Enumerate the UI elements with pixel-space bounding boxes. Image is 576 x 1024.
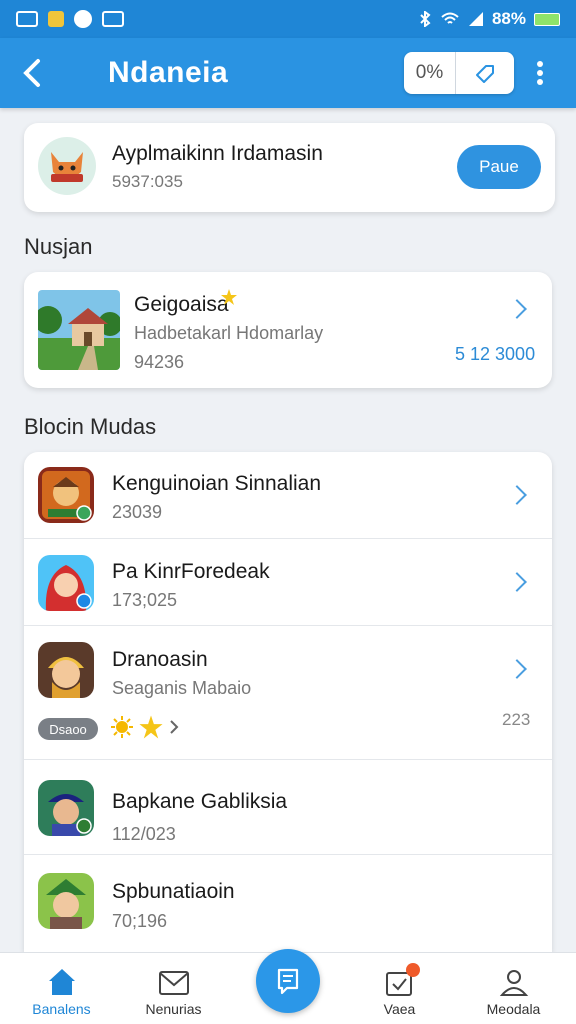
nav-label: Nenurias [145, 1001, 202, 1017]
mermaid-game-icon [38, 555, 94, 611]
nav-label: Meodala [486, 1001, 541, 1017]
nav-home[interactable]: Banalens [4, 953, 119, 1024]
warrior-game-icon [38, 467, 94, 523]
home-icon [48, 969, 75, 995]
game-icon-4 [38, 780, 94, 836]
mail-icon [158, 971, 189, 995]
gallery-notification-icon [16, 11, 38, 27]
featured-title: Geigoaisa [134, 293, 229, 316]
list-item-value: 223 [502, 710, 531, 729]
list-item-title: Pa KinrForedeak [112, 560, 270, 583]
battery-icon [534, 12, 560, 26]
featured-description: Hadbetakarl Hdomarlay [134, 323, 324, 343]
nav-messages[interactable]: Nenurias [116, 953, 231, 1024]
list-item[interactable]: Dranoasin Seaganis Mabaio Dsaoo 223 [24, 626, 552, 760]
list-item[interactable]: Pa KinrForedeak 173;025 [24, 539, 552, 626]
ranger-game-icon [38, 873, 94, 929]
list-item-subtitle: 23039 [112, 502, 163, 522]
list-item-title: Dranoasin [112, 648, 208, 671]
fox-avatar-icon [51, 152, 83, 182]
list-item-title: Kenguinoian Sinnalian [112, 472, 322, 495]
chevron-right-icon [507, 299, 527, 319]
chevron-right-icon [507, 485, 527, 505]
nav-tasks[interactable]: Vaea [342, 953, 457, 1024]
tag-icon [476, 65, 494, 83]
document-icon [277, 968, 299, 995]
pirate-game-icon [38, 780, 94, 836]
list-item[interactable]: Kenguinoian Sinnalian 23039 [24, 452, 552, 539]
nav-label: Banalens [32, 1001, 91, 1017]
status-notifications [16, 10, 124, 28]
list-item-subtitle: Seaganis Mabaio [112, 678, 252, 698]
battery-percent: 88% [491, 9, 526, 28]
game-list: Kenguinoian Sinnalian 23039 Pa KinrFored… [24, 452, 552, 952]
profile-subtitle: 5937:035 [112, 172, 183, 191]
user-icon [499, 970, 528, 996]
chevron-right-icon [170, 720, 179, 734]
game-icon-1 [38, 467, 94, 523]
app-bar: Ndaneia 0% [0, 38, 576, 108]
compose-fab-button[interactable] [256, 949, 320, 1013]
more-dot-icon [537, 79, 543, 85]
featured-value: 5 12 3000 [455, 344, 536, 364]
viking-game-icon [38, 642, 94, 698]
chevron-right-icon [507, 659, 527, 679]
featured-thumbnail [38, 290, 120, 370]
section-title-featured: Nusjan [24, 234, 93, 259]
avatar [38, 137, 96, 195]
star-icon [139, 715, 163, 739]
section-title-list: Blocin Mudas [24, 414, 157, 439]
profile-title: Ayplmaikinn Irdamasin [112, 142, 323, 165]
more-dot-icon [537, 61, 543, 67]
bottom-nav: Banalens Nenurias Vaea Meodala [0, 949, 576, 1024]
featured-card[interactable]: Geigoaisa Hadbetakarl Hdomarlay 94236 5 … [24, 272, 552, 388]
wifi-icon [441, 12, 459, 24]
list-item[interactable]: Bapkane Gabliksia 112/023 [24, 760, 552, 855]
game-icon-5 [38, 873, 94, 929]
reward-icons [110, 714, 180, 740]
sun-icon [111, 716, 133, 738]
signal-icon [468, 12, 483, 26]
tag-button[interactable] [456, 52, 514, 94]
status-badge: Dsaoo [38, 718, 98, 740]
nav-label: Vaea [383, 1001, 416, 1017]
pause-button[interactable]: Paue [457, 145, 541, 189]
list-item-title: Spbunatiaoin [112, 880, 235, 903]
game-icon-3 [38, 642, 94, 698]
action-group: 0% [404, 52, 514, 94]
nav-profile[interactable]: Meodala [456, 953, 571, 1024]
chevron-left-icon [23, 59, 40, 87]
list-item-subtitle: 70;196 [112, 911, 168, 931]
house-scene-icon [38, 290, 120, 370]
list-item-subtitle: 173;025 [112, 590, 178, 610]
game-icon-2 [38, 555, 94, 611]
status-bar: 88% [0, 0, 576, 38]
status-system: 88% [418, 9, 560, 29]
app-notification-icon [74, 10, 92, 28]
more-dot-icon [537, 70, 543, 76]
star-icon [221, 289, 237, 305]
list-item[interactable]: Spbunatiaoin 70;196 [24, 855, 552, 952]
bluetooth-icon [420, 11, 431, 27]
percent-button[interactable]: 0% [404, 52, 456, 94]
back-button[interactable] [0, 38, 64, 108]
chevron-right-icon [507, 572, 527, 592]
photo-notification-icon [102, 11, 124, 27]
list-item-subtitle: 112/023 [112, 824, 176, 844]
notification-badge [406, 963, 420, 977]
list-item-title: Bapkane Gabliksia [112, 790, 288, 813]
page-title: Ndaneia [108, 56, 229, 89]
profile-card[interactable]: Ayplmaikinn Irdamasin 5937:035 Paue [24, 123, 555, 212]
file-notification-icon [48, 11, 64, 27]
featured-count: 94236 [134, 352, 185, 372]
more-options-button[interactable] [526, 58, 554, 88]
